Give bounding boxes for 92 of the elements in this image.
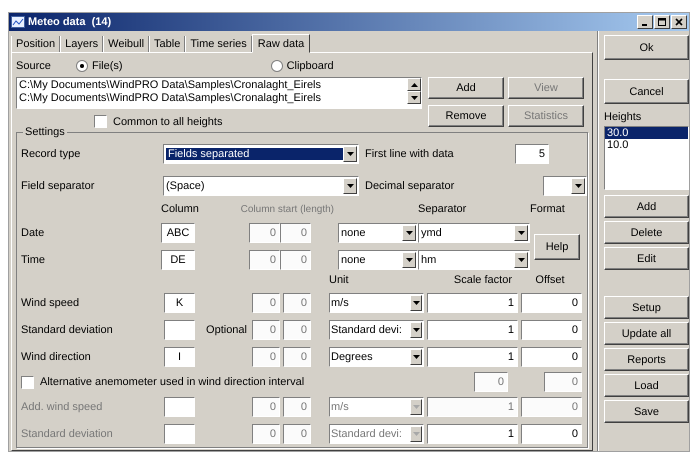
input-field[interactable]: 0 (521, 293, 582, 313)
label: Wind direction (21, 351, 92, 363)
input-field[interactable]: 0 (249, 250, 280, 270)
list-item[interactable]: C:\My Documents\WindPRO Data\Samples\Cronalaght_Eirels (19, 79, 405, 92)
input-field[interactable]: 0 (521, 347, 582, 367)
input-field[interactable] (164, 424, 195, 444)
label: Record type (21, 148, 82, 160)
label: Optional (206, 324, 247, 336)
label: Field separator (21, 180, 96, 192)
input-field[interactable]: 0 (544, 372, 582, 392)
input-field[interactable]: 0 (280, 223, 311, 243)
button[interactable]: Add (604, 195, 689, 218)
label: Time (21, 254, 46, 266)
column-header: Scale factor (454, 274, 512, 286)
button[interactable]: Load (604, 374, 689, 397)
scroll-up-icon[interactable] (407, 78, 421, 91)
dropdown[interactable]: ymd (418, 223, 530, 243)
label: Date (21, 227, 46, 239)
minimize-icon[interactable] (637, 15, 653, 29)
input-field[interactable]: I (164, 347, 195, 367)
list-item[interactable]: 10.0 (605, 139, 688, 151)
button[interactable]: Add (428, 77, 504, 99)
label: Decimal separator (365, 180, 456, 192)
button[interactable]: Ok (604, 35, 689, 60)
radio-option[interactable]: Clipboard (270, 60, 334, 72)
button[interactable]: Help (534, 234, 580, 260)
column-header: Unit (329, 274, 350, 286)
button[interactable]: Save (604, 400, 689, 423)
close-icon[interactable] (671, 15, 687, 29)
input-field[interactable]: 0 (474, 372, 508, 392)
dropdown[interactable]: none (338, 223, 418, 243)
label: Wind speed (21, 297, 80, 309)
dropdown[interactable]: m/s (329, 293, 424, 313)
checkbox-label: Common to all heights (113, 116, 222, 128)
input-field[interactable]: ABC (161, 223, 195, 243)
input-field[interactable] (164, 320, 195, 340)
input-field[interactable]: 0 (283, 293, 311, 313)
window-icon (11, 16, 25, 28)
button[interactable]: Reports (604, 348, 689, 371)
label: First line with data (365, 148, 455, 160)
dropdown[interactable]: Standard devi: (329, 320, 424, 340)
list-item[interactable]: C:\My Documents\WindPRO Data\Samples\Cronalaght_Eirels (19, 92, 405, 105)
input-field[interactable]: 0 (252, 347, 280, 367)
label: Standard deviation (21, 428, 114, 440)
input-field[interactable]: 1 (427, 347, 518, 367)
label: Heights (604, 111, 642, 123)
label: Source (16, 60, 52, 72)
column-header: Separator (418, 203, 468, 215)
input-field[interactable] (164, 397, 195, 417)
column-header: Offset (535, 274, 565, 286)
button[interactable]: Edit (604, 247, 689, 270)
input-field[interactable]: 0 (283, 347, 311, 367)
dropdown[interactable]: Degrees (329, 347, 424, 367)
input-field[interactable]: 0 (252, 320, 280, 340)
tab[interactable]: Layers (60, 36, 104, 52)
checkbox[interactable] (94, 115, 107, 128)
checkbox[interactable] (21, 376, 34, 388)
tab[interactable]: Table (149, 36, 186, 52)
tab[interactable]: Weibull (103, 36, 150, 52)
input-field[interactable]: 1 (427, 320, 518, 340)
label: Add. wind speed (21, 401, 104, 413)
button[interactable]: Update all (604, 322, 689, 345)
input-field[interactable]: 0 (252, 293, 280, 313)
button[interactable]: Setup (604, 296, 689, 319)
dropdown[interactable]: none (338, 250, 418, 270)
window-title: Meteo data (14) (28, 16, 112, 28)
button[interactable]: Delete (604, 221, 689, 244)
input-field[interactable]: 0 (280, 250, 311, 270)
input-field[interactable]: DE (161, 250, 195, 270)
column-header: Column start (length) (240, 204, 334, 214)
radio-option[interactable]: File(s) (76, 60, 123, 72)
button[interactable]: Cancel (604, 79, 689, 104)
input-field[interactable]: 0 (283, 320, 311, 340)
scroll-down-icon[interactable] (407, 91, 421, 104)
dropdown[interactable]: (Space) (163, 176, 359, 196)
dropdown[interactable]: hm (418, 250, 530, 270)
dropdown[interactable]: Fields separated (163, 144, 359, 164)
maximize-icon[interactable] (654, 15, 670, 29)
input-field[interactable]: 0 (249, 223, 280, 243)
column-header: Format (530, 203, 566, 215)
dropdown[interactable] (543, 176, 587, 196)
tab[interactable]: Position (11, 36, 60, 52)
button[interactable]: Remove (428, 104, 504, 126)
input-field[interactable]: 0 (521, 320, 582, 340)
input-field[interactable]: K (164, 293, 195, 313)
label: Standard deviation (21, 324, 114, 336)
list-item[interactable]: 30.0 (605, 127, 688, 139)
input-field[interactable]: 1 (427, 293, 518, 313)
input-field[interactable]: 5 (515, 144, 549, 164)
tab[interactable]: Raw data (252, 34, 310, 53)
checkbox-label: Alternative anemometer used in wind direction interval (40, 376, 304, 388)
group-title: Settings (23, 126, 67, 138)
